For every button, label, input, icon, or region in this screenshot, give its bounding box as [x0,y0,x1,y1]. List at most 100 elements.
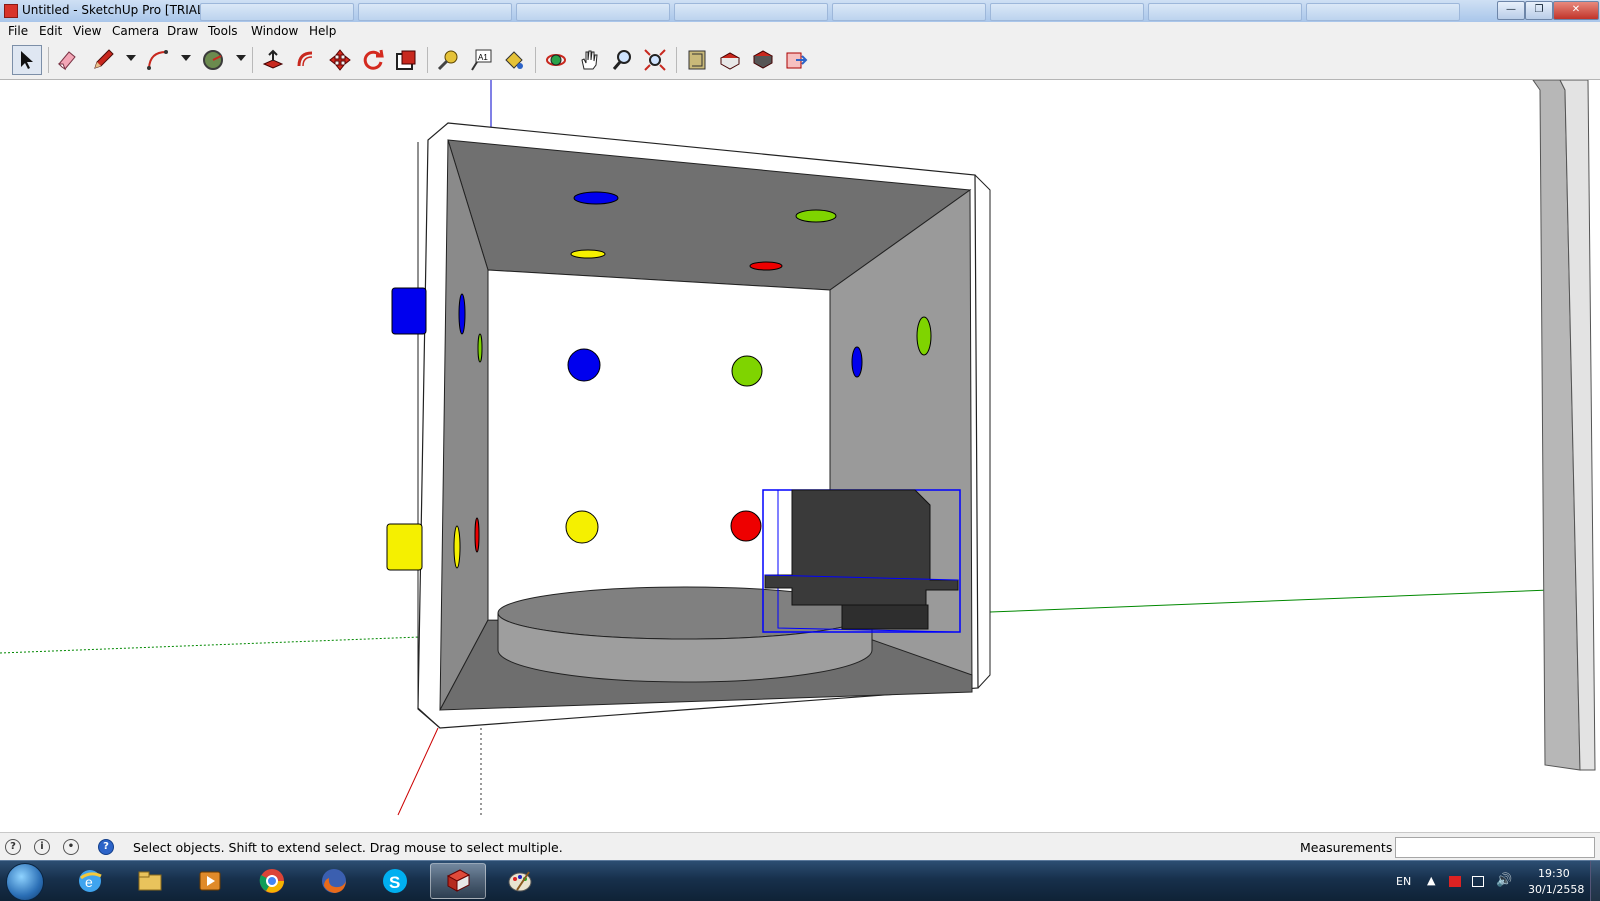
arc-dropdown-arrow[interactable] [181,55,191,61]
sensor-component[interactable] [764,489,959,606]
magnifier-icon [612,50,631,70]
windows-taskbar: e S EN ▲ 🔊 19:30 30/1/2558 [0,860,1600,901]
taskbar-file-explorer[interactable] [122,863,178,899]
eraser-tool[interactable] [52,45,82,75]
svg-text:S: S [389,873,400,892]
sketchup-icon [446,869,471,892]
taskbar-internet-explorer[interactable]: e [62,863,118,899]
taskbar-sketchup[interactable] [430,863,486,899]
hole-blue-top [573,191,619,205]
menu-camera[interactable]: Camera [112,24,159,38]
warehouse-tool[interactable] [682,45,712,75]
close-button[interactable]: ✕ [1553,1,1599,20]
hole-green-right [916,316,932,356]
eraser-icon [57,51,76,71]
show-hidden-icons-icon[interactable]: ▲ [1427,874,1435,887]
volume-icon[interactable]: 🔊 [1496,873,1512,888]
orbit-icon [546,54,566,66]
warehouse-icon [688,50,706,70]
offset-icon [297,51,313,67]
folder-icon [138,871,162,891]
rotate-tool[interactable] [358,45,388,75]
hole-blue-back [567,348,601,382]
hole-yellow-left [453,525,461,569]
arc-tool[interactable] [143,45,173,75]
text-icon: A1 [471,49,492,71]
zoom-extents-tool[interactable] [640,45,670,75]
menu-edit[interactable]: Edit [39,24,62,38]
chrome-icon [259,869,284,893]
media-icon [199,871,221,891]
ie-icon: e [79,870,102,892]
menu-bar: File Edit View Camera Draw Tools Window … [0,22,1600,42]
menu-file[interactable]: File [8,24,28,38]
hole-blue-left [458,293,466,335]
model-canvas[interactable] [0,80,1600,832]
network-icon[interactable] [1472,876,1484,887]
taskbar-skype[interactable]: S [367,863,423,899]
tape-measure-icon [437,50,458,71]
show-desktop-button[interactable] [1590,861,1600,901]
taskbar-chrome[interactable] [244,863,300,899]
minimize-button[interactable]: — [1497,1,1525,20]
pencil-dropdown-arrow[interactable] [126,55,136,61]
action-center-flag-icon[interactable] [1449,876,1461,887]
share-model-tool[interactable] [715,45,745,75]
clock-time[interactable]: 19:30 [1538,867,1570,880]
hole-red-top [749,261,783,271]
hole-blue-right [851,346,863,378]
hole-red-back [730,510,762,542]
rotate-icon [363,49,384,70]
menu-view[interactable]: View [73,24,101,38]
pan-tool[interactable] [574,45,604,75]
menu-help[interactable]: Help [309,24,336,38]
menu-draw[interactable]: Draw [167,24,198,38]
arrow-cursor-icon [21,51,33,69]
arc-icon [147,50,168,70]
firefox-icon [322,869,346,893]
pencil-tool[interactable] [88,45,118,75]
hole-green-left [477,333,483,363]
start-button[interactable] [6,863,44,901]
green-axis-dotted [0,636,421,654]
maximize-button[interactable]: ❐ [1525,1,1553,20]
move-icon [329,49,351,71]
taskbar-paint[interactable] [492,863,548,899]
zoom-extents-icon [644,49,666,71]
hole-yellow-back [565,510,599,544]
menu-window[interactable]: Window [251,24,298,38]
get-models-tool[interactable] [748,45,778,75]
geo-location-icon[interactable]: ? [5,839,21,855]
red-axis [397,727,439,816]
move-arrows-tool[interactable] [325,45,355,75]
toolbar: A1 [0,41,1600,80]
shape-tool[interactable] [198,45,228,75]
measurements-input[interactable] [1395,837,1595,858]
circle-icon [203,50,223,70]
model-viewport[interactable] [0,80,1600,832]
select-tool[interactable] [12,45,42,75]
move-tool[interactable] [291,45,321,75]
taskbar-media-player[interactable] [182,863,238,899]
tape-measure-tool[interactable] [433,45,463,75]
pencil-icon [94,49,114,69]
paint-bucket-tool[interactable] [499,45,529,75]
measurements-label: Measurements [1300,840,1393,855]
sketchup-app-icon [4,4,18,18]
knob-yellow [386,523,423,571]
language-indicator[interactable]: EN [1396,875,1411,888]
user-account-icon[interactable]: • [63,839,79,855]
orbit-tool[interactable] [541,45,571,75]
menu-tools[interactable]: Tools [208,24,238,38]
push-pull-tool[interactable] [258,45,288,75]
send-layout-tool[interactable] [781,45,811,75]
credits-icon[interactable]: i [34,839,50,855]
taskbar-firefox[interactable] [306,863,362,899]
zoom-tool[interactable] [607,45,637,75]
instructor-help-icon[interactable]: ? [98,839,114,855]
shape-dropdown-arrow[interactable] [236,55,246,61]
scale-tool[interactable] [391,45,421,75]
sensor-plug [841,604,929,630]
clock-date[interactable]: 30/1/2558 [1528,883,1584,896]
text-tool[interactable]: A1 [466,45,496,75]
